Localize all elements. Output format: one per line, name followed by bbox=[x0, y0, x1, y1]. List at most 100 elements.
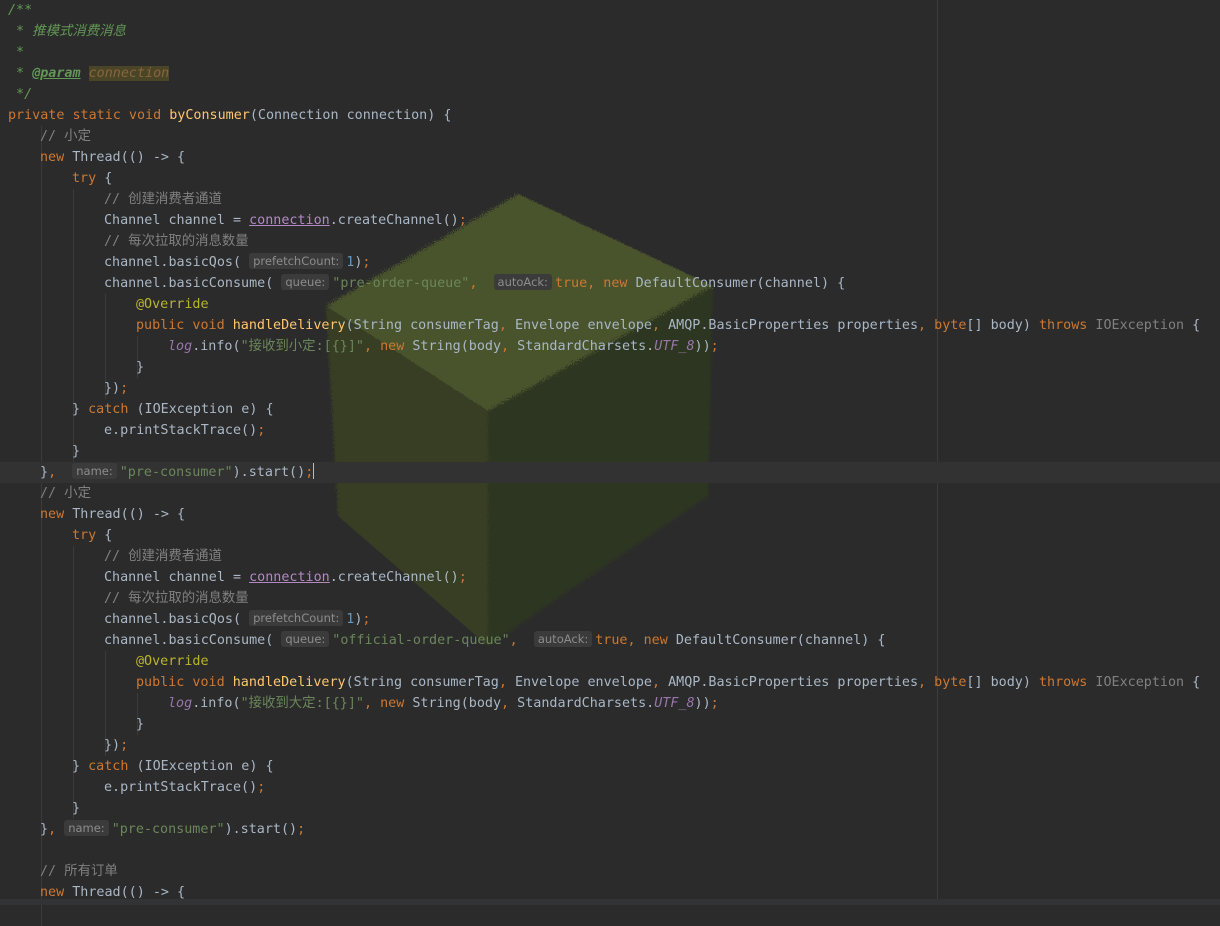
code-line[interactable]: // 创建消费者通道 bbox=[0, 546, 1220, 567]
code-line[interactable]: try { bbox=[0, 168, 1220, 189]
code-line[interactable]: } bbox=[0, 357, 1220, 378]
code-editor[interactable]: /** * 推模式消费消息 * * @param connection */ pr… bbox=[0, 0, 1220, 926]
code-token: Thread(() -> { bbox=[72, 885, 186, 900]
code-token: .info( bbox=[192, 339, 241, 354]
code-token: try bbox=[72, 528, 105, 543]
code-text: channel.basicConsume( queue: "pre-order-q… bbox=[104, 273, 845, 294]
code-line[interactable]: // 每次拉取的消息数量 bbox=[0, 588, 1220, 609]
code-token: // 小定 bbox=[40, 129, 91, 144]
parameter-hint: queue: bbox=[281, 631, 330, 647]
code-line[interactable]: } bbox=[0, 714, 1220, 735]
code-token: , new bbox=[363, 339, 413, 354]
code-token: log bbox=[168, 696, 193, 711]
code-token: channel.basicQos( bbox=[104, 612, 250, 627]
code-line[interactable]: new Thread(() -> { bbox=[0, 504, 1220, 525]
code-line[interactable] bbox=[0, 840, 1220, 861]
code-text: channel.basicQos( prefetchCount: 1); bbox=[104, 609, 370, 630]
code-token: // 小定 bbox=[40, 486, 91, 501]
code-line[interactable]: * bbox=[0, 42, 1220, 63]
code-token: true, new bbox=[554, 276, 636, 291]
code-line[interactable]: * @param connection bbox=[0, 63, 1220, 84]
code-token: * bbox=[8, 45, 25, 60]
code-token: { bbox=[104, 528, 113, 543]
code-line[interactable]: // 所有订单 bbox=[0, 861, 1220, 882]
code-line[interactable]: private static void byConsumer(Connectio… bbox=[0, 105, 1220, 126]
code-text: } catch (IOException e) { bbox=[72, 756, 274, 777]
code-line[interactable]: try { bbox=[0, 525, 1220, 546]
code-token: @Override bbox=[136, 297, 209, 312]
code-token: log bbox=[168, 339, 193, 354]
code-line[interactable]: /** bbox=[0, 0, 1220, 21]
code-line[interactable]: // 小定 bbox=[0, 483, 1220, 504]
code-line[interactable]: channel.basicConsume( queue: "official-or… bbox=[0, 630, 1220, 651]
code-token: byConsumer bbox=[169, 108, 250, 123]
code-text: Channel channel = connection.createChann… bbox=[104, 210, 467, 231]
code-text: e.printStackTrace(); bbox=[104, 777, 265, 798]
code-line[interactable]: }, name: "pre-consumer").start(); bbox=[0, 819, 1220, 840]
code-line[interactable]: // 小定 bbox=[0, 126, 1220, 147]
code-text: } catch (IOException e) { bbox=[72, 399, 274, 420]
code-token: ).start() bbox=[224, 822, 298, 837]
code-text: // 创建消费者通道 bbox=[104, 546, 222, 567]
code-line[interactable]: @Override bbox=[0, 294, 1220, 315]
code-line[interactable]: channel.basicQos( prefetchCount: 1); bbox=[0, 252, 1220, 273]
code-line[interactable]: } bbox=[0, 798, 1220, 819]
code-token: "接收到小定:[{}]" bbox=[240, 339, 364, 354]
code-token: , bbox=[498, 318, 515, 333]
code-text: } bbox=[136, 357, 144, 378]
code-token: // 创建消费者通道 bbox=[104, 192, 222, 207]
code-token: new bbox=[40, 150, 73, 165]
code-token: [] body) bbox=[966, 675, 1039, 690]
code-token: ; bbox=[297, 822, 306, 837]
code-line[interactable]: }); bbox=[0, 378, 1220, 399]
code-token: e.printStackTrace() bbox=[104, 423, 258, 438]
code-token: catch bbox=[88, 759, 137, 774]
code-line[interactable]: public void handleDelivery(String consum… bbox=[0, 315, 1220, 336]
code-token: "pre-order-queue" bbox=[332, 276, 470, 291]
code-token: )) bbox=[694, 696, 711, 711]
code-line[interactable]: } catch (IOException e) { bbox=[0, 756, 1220, 777]
code-line[interactable]: }); bbox=[0, 735, 1220, 756]
code-text: } bbox=[136, 714, 144, 735]
code-token: } bbox=[72, 801, 81, 816]
code-token: @param bbox=[32, 66, 81, 81]
code-line[interactable]: Channel channel = connection.createChann… bbox=[0, 210, 1220, 231]
code-token: public void bbox=[136, 675, 233, 690]
code-line[interactable]: e.printStackTrace(); bbox=[0, 420, 1220, 441]
code-token: @Override bbox=[136, 654, 209, 669]
code-token: * bbox=[8, 66, 33, 81]
code-token: throws bbox=[1038, 318, 1096, 333]
code-text: channel.basicQos( prefetchCount: 1); bbox=[104, 252, 370, 273]
code-token: ; bbox=[362, 255, 371, 270]
code-text: new Thread(() -> { bbox=[40, 504, 185, 525]
current-code-line[interactable]: }, name: "pre-consumer").start(); bbox=[0, 462, 1220, 483]
code-token: [] body) bbox=[966, 318, 1039, 333]
code-line[interactable]: // 创建消费者通道 bbox=[0, 189, 1220, 210]
code-token: private static void bbox=[8, 108, 170, 123]
code-line[interactable]: channel.basicQos( prefetchCount: 1); bbox=[0, 609, 1220, 630]
code-token: } bbox=[72, 759, 89, 774]
code-token: Channel channel = bbox=[104, 213, 250, 228]
code-text: new Thread(() -> { bbox=[40, 147, 185, 168]
code-token: catch bbox=[88, 402, 137, 417]
code-token: (String consumerTag bbox=[345, 318, 499, 333]
code-line[interactable]: public void handleDelivery(String consum… bbox=[0, 672, 1220, 693]
parameter-hint: autoAck: bbox=[533, 631, 593, 647]
code-token: DefaultConsumer(channel) { bbox=[675, 633, 886, 648]
code-line[interactable]: e.printStackTrace(); bbox=[0, 777, 1220, 798]
code-line[interactable]: * 推模式消费消息 bbox=[0, 21, 1220, 42]
code-token: AMQP.BasicProperties properties bbox=[668, 675, 919, 690]
code-line[interactable]: channel.basicConsume( queue: "pre-order-q… bbox=[0, 273, 1220, 294]
code-line[interactable]: @Override bbox=[0, 651, 1220, 672]
code-token: Thread(() -> { bbox=[72, 150, 186, 165]
horizontal-scrollbar[interactable] bbox=[0, 899, 1220, 905]
code-line[interactable]: } catch (IOException e) { bbox=[0, 399, 1220, 420]
code-line[interactable]: log.info("接收到小定:[{}]", new String(body, … bbox=[0, 336, 1220, 357]
code-line[interactable]: } bbox=[0, 441, 1220, 462]
code-text: }, name: "pre-consumer").start(); bbox=[40, 819, 305, 840]
code-line[interactable]: Channel channel = connection.createChann… bbox=[0, 567, 1220, 588]
code-line[interactable]: log.info("接收到大定:[{}]", new String(body, … bbox=[0, 693, 1220, 714]
code-line[interactable]: // 每次拉取的消息数量 bbox=[0, 231, 1220, 252]
code-line[interactable]: */ bbox=[0, 84, 1220, 105]
code-line[interactable]: new Thread(() -> { bbox=[0, 147, 1220, 168]
